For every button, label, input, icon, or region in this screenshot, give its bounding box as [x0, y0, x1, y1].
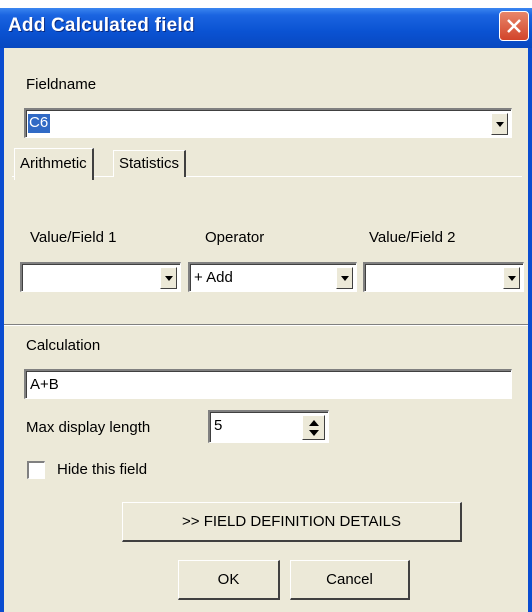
tab-statistics[interactable]: Statistics	[113, 150, 187, 177]
fieldname-label: Fieldname	[26, 76, 97, 93]
value1-label: Value/Field 1	[30, 229, 117, 246]
operator-value: + Add	[194, 269, 233, 286]
fieldname-value: C6	[29, 114, 49, 131]
max-display-length-spinner[interactable]: 5	[208, 410, 329, 443]
value2-combobox[interactable]	[363, 262, 524, 292]
operator-combobox[interactable]: + Add	[188, 262, 357, 292]
up-down-arrows-icon	[309, 420, 319, 436]
calculation-input[interactable]: A+B	[24, 369, 512, 399]
cancel-button[interactable]: Cancel	[290, 560, 410, 600]
window-frame-right	[528, 48, 532, 612]
close-button[interactable]	[499, 11, 529, 41]
operator-dropdown-button[interactable]	[336, 267, 353, 289]
max-display-length-value: 5	[214, 417, 223, 434]
field-definition-details-button[interactable]: >> FIELD DEFINITION DETAILS	[122, 502, 462, 542]
value2-label: Value/Field 2	[369, 229, 456, 246]
window-top-edge	[0, 0, 532, 8]
value1-combobox[interactable]	[20, 262, 181, 292]
max-display-length-label: Max display length	[26, 419, 151, 436]
close-x-icon	[507, 19, 521, 33]
value1-dropdown-button[interactable]	[160, 267, 177, 289]
window-title: Add Calculated field	[8, 15, 195, 36]
calculation-label: Calculation	[26, 337, 101, 354]
spinner-buttons[interactable]	[302, 415, 325, 440]
panel-separator	[4, 324, 528, 326]
tab-arithmetic[interactable]: Arithmetic	[14, 148, 94, 180]
fieldname-dropdown-button[interactable]	[491, 113, 508, 135]
hide-field-checkbox[interactable]	[27, 461, 45, 479]
calculation-value: A+B	[30, 376, 59, 393]
fieldname-combobox[interactable]: C6	[24, 108, 512, 138]
value2-dropdown-button[interactable]	[503, 267, 520, 289]
operator-label: Operator	[205, 229, 265, 246]
hide-field-label: Hide this field	[57, 461, 148, 478]
ok-button[interactable]: OK	[178, 560, 280, 600]
